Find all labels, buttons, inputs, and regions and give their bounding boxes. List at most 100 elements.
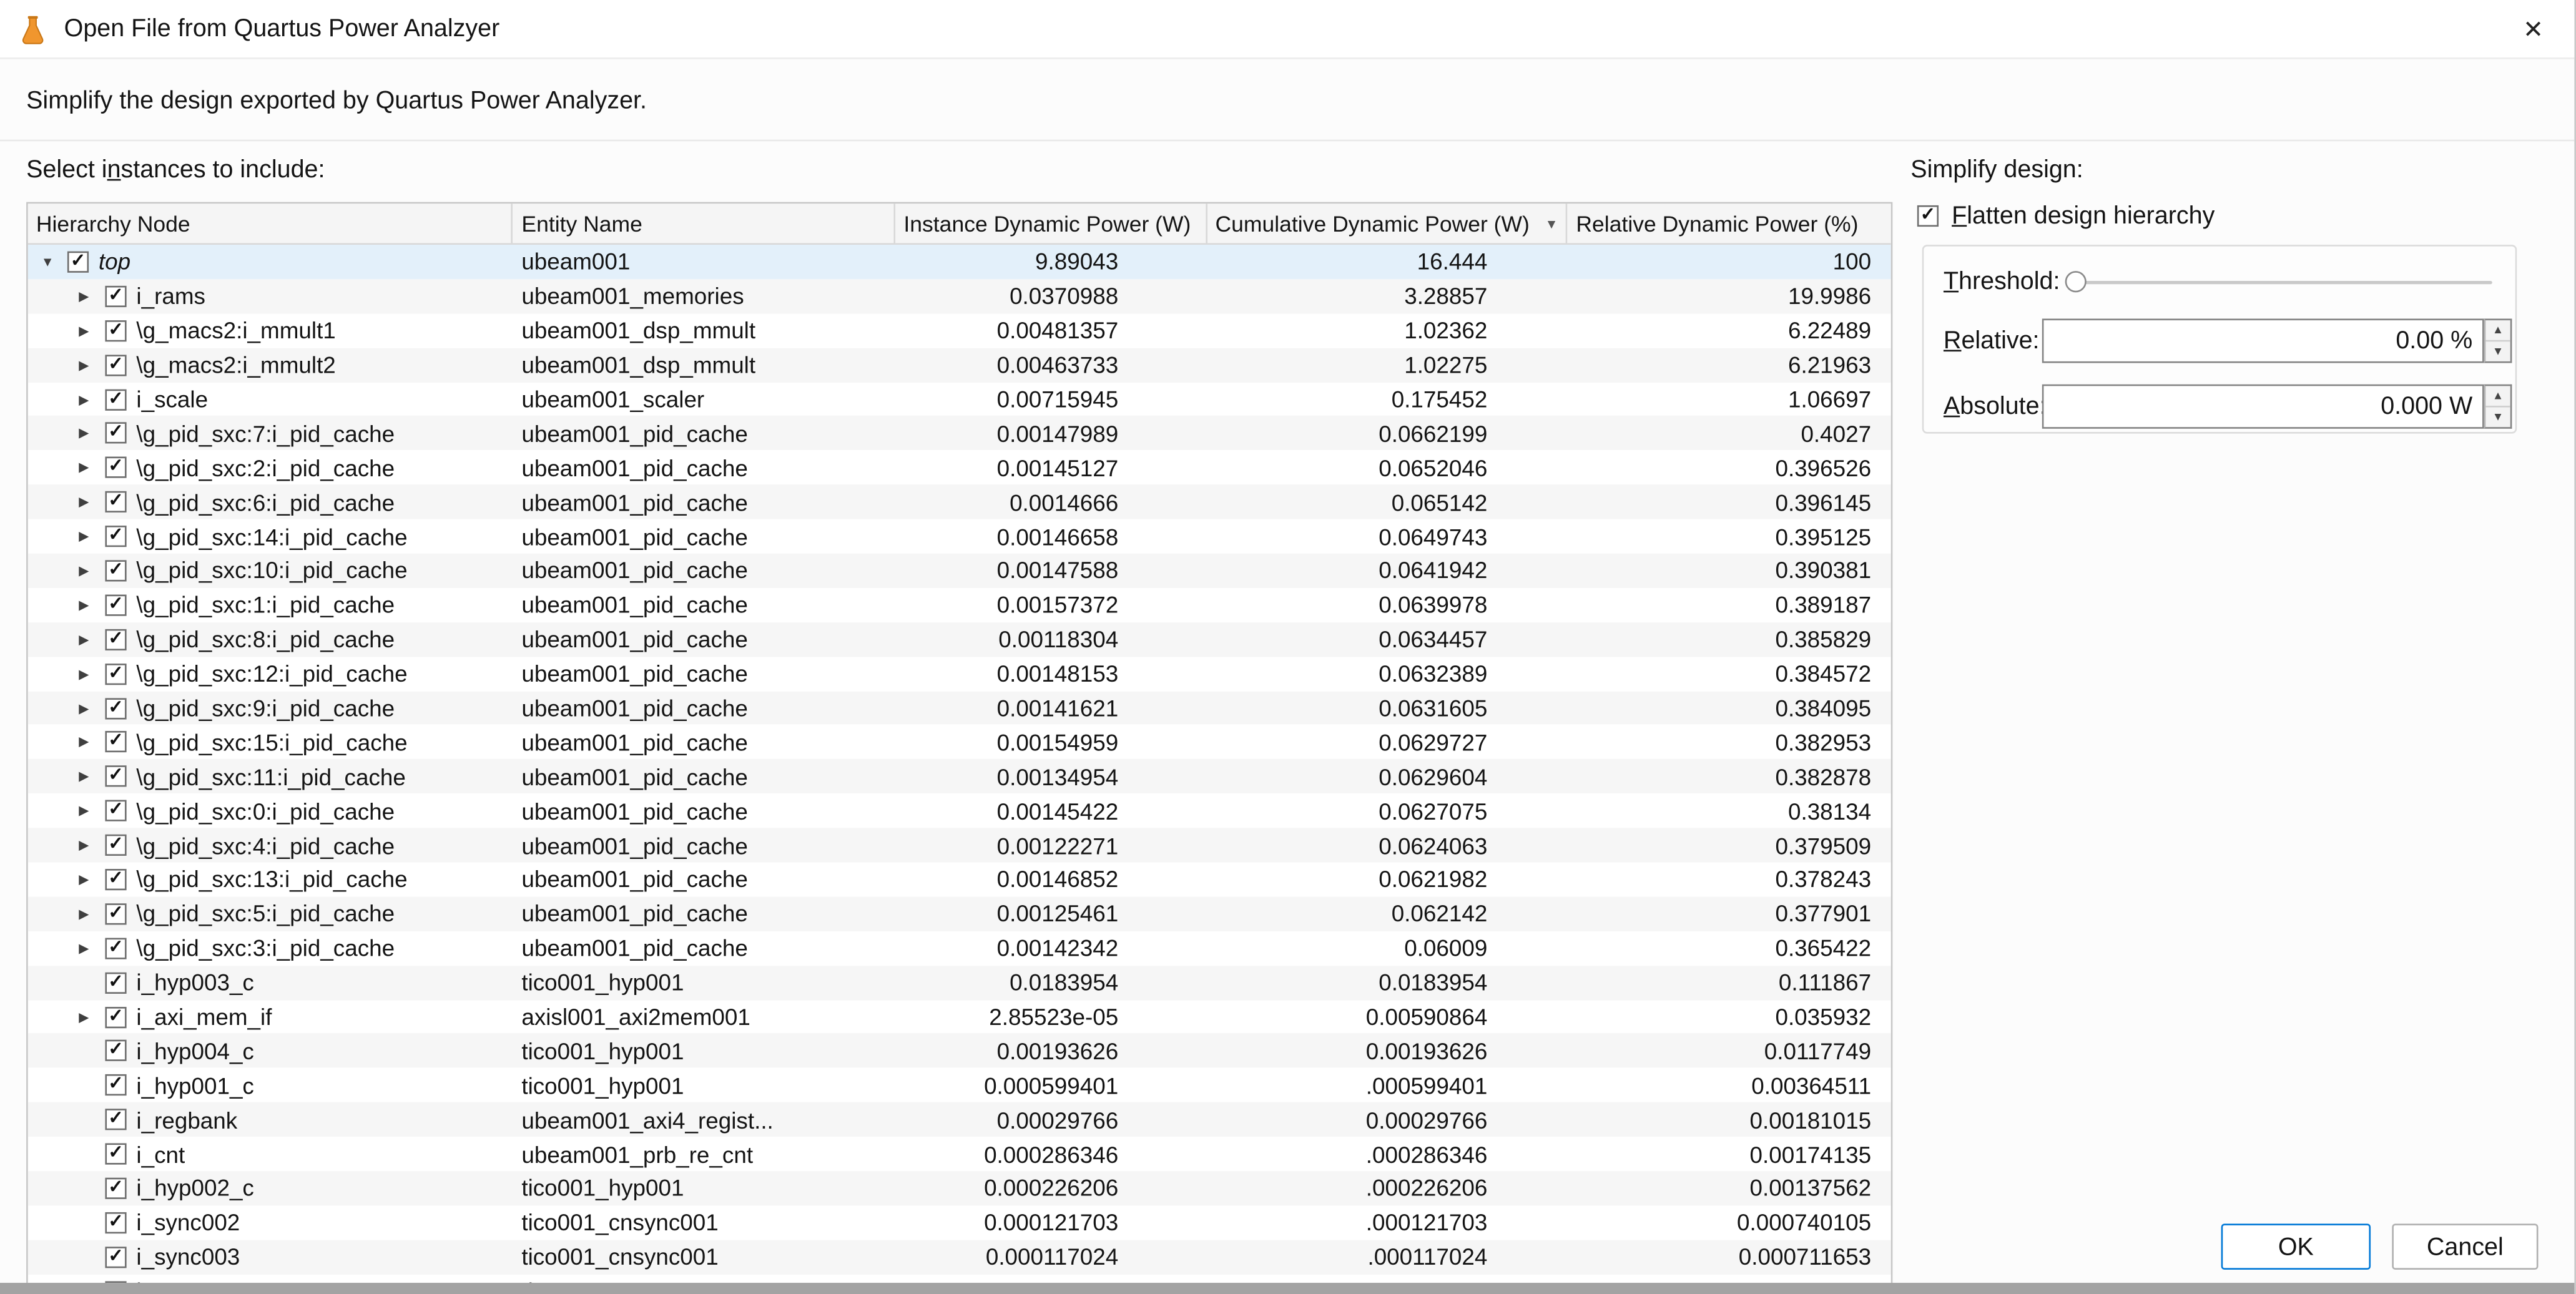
row-checkbox[interactable]: ✓ bbox=[105, 457, 126, 478]
row-checkbox[interactable]: ✓ bbox=[105, 388, 126, 409]
tree-row-g-pid-sxc-0-i-pid-cache[interactable]: ▶✓\g_pid_sxc:0:i_pid_cacheubeam001_pid_c… bbox=[28, 794, 1891, 828]
row-checkbox[interactable]: ✓ bbox=[105, 732, 126, 753]
expand-arrow-icon[interactable]: ▶ bbox=[79, 461, 105, 476]
expand-arrow-icon[interactable]: ▶ bbox=[79, 632, 105, 647]
row-checkbox[interactable]: ✓ bbox=[105, 560, 126, 581]
expand-arrow-icon[interactable]: ▶ bbox=[79, 666, 105, 681]
expand-arrow-icon[interactable]: ▶ bbox=[79, 769, 105, 784]
tree-row-g-pid-sxc-12-i-pid-cache[interactable]: ▶✓\g_pid_sxc:12:i_pid_cacheubeam001_pid_… bbox=[28, 657, 1891, 691]
column-header-hierarchy-node[interactable]: Hierarchy Node bbox=[28, 203, 513, 243]
tree-row-g-pid-sxc-8-i-pid-cache[interactable]: ▶✓\g_pid_sxc:8:i_pid_cacheubeam001_pid_c… bbox=[28, 622, 1891, 657]
row-checkbox[interactable]: ✓ bbox=[105, 1109, 126, 1130]
row-checkbox[interactable]: ✓ bbox=[105, 869, 126, 890]
row-checkbox[interactable]: ✓ bbox=[105, 1212, 126, 1233]
tree-row-i-hyp003-c[interactable]: ✓i_hyp003_ctico001_hyp0010.01839540.0183… bbox=[28, 965, 1891, 999]
row-checkbox[interactable]: ✓ bbox=[105, 491, 126, 512]
column-header-cumulative-dynamic-power-w[interactable]: Cumulative Dynamic Power (W)▼ bbox=[1207, 203, 1568, 243]
tree-row-g-pid-sxc-7-i-pid-cache[interactable]: ▶✓\g_pid_sxc:7:i_pid_cacheubeam001_pid_c… bbox=[28, 416, 1891, 451]
spin-up-icon[interactable]: ▲ bbox=[2485, 320, 2510, 341]
expand-arrow-icon[interactable]: ▶ bbox=[79, 494, 105, 509]
expand-arrow-icon[interactable]: ▶ bbox=[79, 563, 105, 578]
tree-row-g-macs2-i-mmult2[interactable]: ▶✓\g_macs2:i_mmult2ubeam001_dsp_mmult0.0… bbox=[28, 348, 1891, 382]
row-checkbox[interactable]: ✓ bbox=[105, 800, 126, 821]
tree-row-i-sync003[interactable]: ✓i_sync003tico001_cnsync0010.000117024.0… bbox=[28, 1240, 1891, 1274]
row-checkbox[interactable]: ✓ bbox=[105, 285, 126, 306]
row-checkbox[interactable]: ✓ bbox=[105, 1178, 126, 1199]
tree-row-i-regbank[interactable]: ✓i_regbankubeam001_axi4_regist...0.00029… bbox=[28, 1102, 1891, 1137]
column-header-entity-name[interactable]: Entity Name bbox=[513, 203, 895, 243]
expand-arrow-icon[interactable]: ▶ bbox=[79, 597, 105, 612]
tree-row-g-pid-sxc-13-i-pid-cache[interactable]: ▶✓\g_pid_sxc:13:i_pid_cacheubeam001_pid_… bbox=[28, 863, 1891, 897]
row-checkbox[interactable]: ✓ bbox=[105, 663, 126, 684]
expand-arrow-icon[interactable]: ▶ bbox=[79, 289, 105, 304]
tree-row-g-pid-sxc-2-i-pid-cache[interactable]: ▶✓\g_pid_sxc:2:i_pid_cacheubeam001_pid_c… bbox=[28, 451, 1891, 485]
expand-arrow-icon[interactable]: ▶ bbox=[79, 358, 105, 373]
tree-row-i-sync002[interactable]: ✓i_sync002tico001_cnsync0010.000121703.0… bbox=[28, 1205, 1891, 1240]
tree-row-i-hyp001-c[interactable]: ✓i_hyp001_ctico001_hyp0010.000599401.000… bbox=[28, 1068, 1891, 1102]
tree-row-g-pid-sxc-15-i-pid-cache[interactable]: ▶✓\g_pid_sxc:15:i_pid_cacheubeam001_pid_… bbox=[28, 725, 1891, 760]
column-header-instance-dynamic-power-w[interactable]: Instance Dynamic Power (W) bbox=[895, 203, 1207, 243]
tree-row-g-pid-sxc-1-i-pid-cache[interactable]: ▶✓\g_pid_sxc:1:i_pid_cacheubeam001_pid_c… bbox=[28, 588, 1891, 622]
flatten-checkbox[interactable]: ✓ bbox=[1917, 205, 1939, 227]
expand-arrow-icon[interactable]: ▶ bbox=[79, 838, 105, 853]
row-checkbox[interactable]: ✓ bbox=[105, 697, 126, 718]
row-checkbox[interactable]: ✓ bbox=[105, 1075, 126, 1096]
tree-row-g-pid-sxc-11-i-pid-cache[interactable]: ▶✓\g_pid_sxc:11:i_pid_cacheubeam001_pid_… bbox=[28, 760, 1891, 794]
threshold-slider[interactable] bbox=[2065, 268, 2492, 297]
row-checkbox[interactable]: ✓ bbox=[105, 629, 126, 650]
expand-arrow-icon[interactable]: ▶ bbox=[79, 941, 105, 956]
row-checkbox[interactable]: ✓ bbox=[67, 251, 89, 272]
expand-arrow-icon[interactable]: ▶ bbox=[79, 323, 105, 338]
row-checkbox[interactable]: ✓ bbox=[105, 320, 126, 341]
row-checkbox[interactable]: ✓ bbox=[105, 1041, 126, 1062]
tree-row-i-rams[interactable]: ▶✓i_ramsubeam001_memories0.03709883.2885… bbox=[28, 279, 1891, 313]
slider-track[interactable] bbox=[2065, 281, 2492, 284]
row-checkbox[interactable]: ✓ bbox=[105, 526, 126, 547]
collapse-arrow-icon[interactable]: ▼ bbox=[41, 255, 67, 270]
tree-row-g-pid-sxc-14-i-pid-cache[interactable]: ▶✓\g_pid_sxc:14:i_pid_cacheubeam001_pid_… bbox=[28, 519, 1891, 554]
row-checkbox[interactable]: ✓ bbox=[105, 423, 126, 444]
row-checkbox[interactable]: ✓ bbox=[105, 766, 126, 787]
tree-row-g-pid-sxc-3-i-pid-cache[interactable]: ▶✓\g_pid_sxc:3:i_pid_cacheubeam001_pid_c… bbox=[28, 931, 1891, 965]
row-checkbox[interactable]: ✓ bbox=[105, 1144, 126, 1165]
spin-down-icon[interactable]: ▼ bbox=[2485, 408, 2510, 428]
spin-up-icon[interactable]: ▲ bbox=[2485, 386, 2510, 407]
row-checkbox[interactable]: ✓ bbox=[105, 903, 126, 924]
ok-button[interactable]: OK bbox=[2221, 1223, 2371, 1270]
row-checkbox[interactable]: ✓ bbox=[105, 1247, 126, 1268]
spin-down-icon[interactable]: ▼ bbox=[2485, 341, 2510, 361]
relative-input[interactable] bbox=[2042, 318, 2484, 363]
tree-row-i-hyp002-c[interactable]: ✓i_hyp002_ctico001_hyp0010.000226206.000… bbox=[28, 1171, 1891, 1205]
expand-arrow-icon[interactable]: ▶ bbox=[79, 906, 105, 921]
row-checkbox[interactable]: ✓ bbox=[105, 938, 126, 959]
cancel-button[interactable]: Cancel bbox=[2392, 1223, 2538, 1270]
tree-row-i-axi-mem-if[interactable]: ▶✓i_axi_mem_ifaxisl001_axi2mem0012.85523… bbox=[28, 999, 1891, 1034]
row-checkbox[interactable]: ✓ bbox=[105, 594, 126, 615]
expand-arrow-icon[interactable]: ▶ bbox=[79, 392, 105, 407]
close-icon[interactable]: ✕ bbox=[2509, 4, 2558, 54]
expand-arrow-icon[interactable]: ▶ bbox=[79, 803, 105, 818]
row-checkbox[interactable]: ✓ bbox=[105, 1006, 126, 1027]
tree-row-g-pid-sxc-4-i-pid-cache[interactable]: ▶✓\g_pid_sxc:4:i_pid_cacheubeam001_pid_c… bbox=[28, 828, 1891, 863]
tree-row-top[interactable]: ▼✓topubeam0019.8904316.444100 bbox=[28, 245, 1891, 279]
expand-arrow-icon[interactable]: ▶ bbox=[79, 872, 105, 887]
tree-row-i-cnt[interactable]: ✓i_cntubeam001_prb_re_cnt0.000286346.000… bbox=[28, 1137, 1891, 1171]
absolute-input[interactable] bbox=[2042, 385, 2484, 429]
tree-row-g-pid-sxc-6-i-pid-cache[interactable]: ▶✓\g_pid_sxc:6:i_pid_cacheubeam001_pid_c… bbox=[28, 485, 1891, 519]
flatten-design-checkbox-row[interactable]: ✓ Flatten design hierarchy bbox=[1917, 202, 2215, 230]
tree-row-g-macs2-i-mmult1[interactable]: ▶✓\g_macs2:i_mmult1ubeam001_dsp_mmult0.0… bbox=[28, 313, 1891, 348]
row-checkbox[interactable]: ✓ bbox=[105, 835, 126, 856]
expand-arrow-icon[interactable]: ▶ bbox=[79, 700, 105, 715]
column-header-relative-dynamic-power[interactable]: Relative Dynamic Power (%) bbox=[1568, 203, 1890, 243]
slider-handle[interactable] bbox=[2065, 271, 2087, 292]
tree-row-g-pid-sxc-5-i-pid-cache[interactable]: ▶✓\g_pid_sxc:5:i_pid_cacheubeam001_pid_c… bbox=[28, 897, 1891, 931]
expand-arrow-icon[interactable]: ▶ bbox=[79, 426, 105, 441]
tree-row-i-hyp004-c[interactable]: ✓i_hyp004_ctico001_hyp0010.001936260.001… bbox=[28, 1034, 1891, 1068]
row-checkbox[interactable]: ✓ bbox=[105, 972, 126, 993]
expand-arrow-icon[interactable]: ▶ bbox=[79, 1009, 105, 1024]
tree-row-i-scale[interactable]: ▶✓i_scaleubeam001_scaler0.007159450.1754… bbox=[28, 382, 1891, 416]
tree-row-g-pid-sxc-10-i-pid-cache[interactable]: ▶✓\g_pid_sxc:10:i_pid_cacheubeam001_pid_… bbox=[28, 554, 1891, 588]
expand-arrow-icon[interactable]: ▶ bbox=[79, 529, 105, 544]
expand-arrow-icon[interactable]: ▶ bbox=[79, 735, 105, 750]
row-checkbox[interactable]: ✓ bbox=[105, 354, 126, 375]
